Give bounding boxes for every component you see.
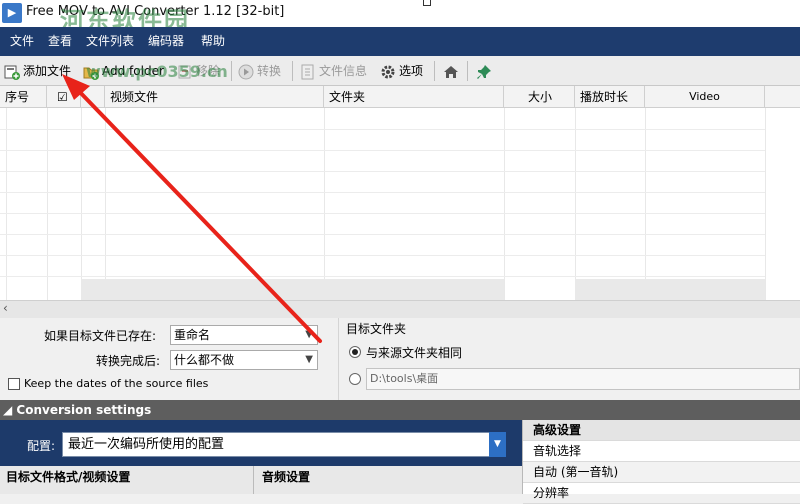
custom-folder-radio[interactable] [349, 373, 361, 385]
toolbar-separator [292, 61, 293, 81]
column-header-duration[interactable]: 播放时长 [575, 86, 645, 108]
custom-folder-input[interactable]: D:\tools\桌面 [366, 368, 800, 390]
same-as-source-label: 与来源文件夹相同 [366, 346, 463, 360]
conversion-settings-title: Conversion settings [16, 403, 152, 417]
grid-line [0, 192, 765, 193]
pin-icon [476, 63, 492, 79]
scroll-left-icon[interactable]: ‹ [3, 301, 8, 315]
table-footer-band [575, 279, 765, 300]
file-info-button[interactable]: 文件信息 [300, 58, 367, 84]
watermark-url: www.pc0359.cn [86, 62, 228, 81]
audio-track-value[interactable]: 自动 (第一音轨) [523, 462, 800, 483]
profile-select[interactable]: 最近一次编码所使用的配置 [62, 432, 506, 457]
panel-divider [338, 318, 339, 400]
column-header-folder[interactable]: 文件夹 [324, 86, 504, 108]
pin-button[interactable] [476, 58, 495, 84]
add-file-icon [4, 63, 20, 80]
grid-line [0, 276, 765, 277]
grid-line [0, 150, 765, 151]
advanced-settings-panel: 高级设置 音轨选择 自动 (第一音轨) 分辨率 [522, 420, 800, 504]
audio-track-label: 音轨选择 [523, 441, 800, 462]
home-button[interactable] [443, 58, 462, 84]
grid-line [0, 129, 765, 130]
column-header-index[interactable]: 序号 [0, 86, 47, 108]
menu-view[interactable]: 查看 [48, 27, 72, 56]
toolbar-separator [467, 61, 468, 81]
convert-label: 转换 [257, 64, 282, 78]
grid-line [765, 108, 766, 300]
app-icon: ▶ [2, 3, 22, 23]
add-file-button[interactable]: 添加文件 [4, 58, 71, 84]
table-header: 序号 ☑ 视频文件 文件夹 大小 播放时长 Video [0, 86, 800, 108]
column-header-checkbox[interactable]: ☑ [47, 86, 81, 108]
audio-settings-title: 音频设置 [262, 470, 311, 484]
column-header-size[interactable]: 大小 [504, 86, 575, 108]
target-folder-label: 目标文件夹 [346, 322, 407, 336]
collapse-icon[interactable]: ◢ [3, 403, 16, 417]
grid-line [324, 108, 325, 300]
table-footer-band [81, 279, 504, 300]
grid-line [6, 108, 7, 300]
grid-line [81, 108, 82, 300]
grid-line [47, 108, 48, 300]
video-settings-panel: 目标文件格式/视频设置 [0, 466, 254, 494]
video-settings-title: 目标文件格式/视频设置 [6, 470, 131, 484]
output-options-panel: 如果目标文件已存在: 重命名 ▼ 转换完成后: 什么都不做 ▼ Keep the d… [0, 318, 800, 400]
audio-settings-panel: 音频设置 [254, 466, 522, 494]
column-header-spacer [81, 86, 105, 108]
menu-help[interactable]: 帮助 [201, 27, 225, 56]
options-button[interactable]: 选项 [380, 58, 423, 84]
grid-line [0, 255, 765, 256]
keep-dates-checkbox[interactable] [8, 378, 20, 390]
exists-label: 如果目标文件已存在: [44, 329, 157, 343]
grid-line [0, 171, 765, 172]
exists-select[interactable]: 重命名 ▼ [170, 325, 318, 345]
column-header-video-file[interactable]: 视频文件 [105, 86, 324, 108]
toolbar-separator [231, 61, 232, 81]
chevron-down-icon: ▼ [305, 329, 313, 340]
grid-line [0, 213, 765, 214]
grid-line [575, 108, 576, 300]
home-icon [443, 63, 459, 79]
add-file-label: 添加文件 [23, 64, 72, 78]
horizontal-scrollbar[interactable]: ‹ [0, 300, 800, 318]
file-table[interactable]: 序号 ☑ 视频文件 文件夹 大小 播放时长 Video [0, 86, 800, 300]
menu-bar: 文件 查看 文件列表 编码器 帮助 [0, 27, 800, 56]
file-info-icon [300, 63, 316, 79]
menu-encoder[interactable]: 编码器 [148, 27, 184, 56]
menu-file[interactable]: 文件 [10, 27, 34, 56]
grid-line [645, 108, 646, 300]
gear-icon [380, 63, 396, 79]
toolbar-separator [434, 61, 435, 81]
chevron-down-icon[interactable]: ▼ [489, 432, 506, 457]
advanced-settings-title: 高级设置 [523, 420, 800, 441]
exists-value: 重命名 [174, 328, 211, 342]
profile-label: 配置: [27, 439, 56, 453]
menu-file-list[interactable]: 文件列表 [86, 27, 134, 56]
chevron-down-icon: ▼ [305, 354, 313, 365]
conversion-settings-header[interactable]: ◢ Conversion settings [0, 400, 800, 420]
drag-handle-icon [423, 0, 431, 6]
grid-line [0, 234, 765, 235]
same-as-source-radio[interactable] [349, 346, 361, 358]
file-info-label: 文件信息 [319, 64, 368, 78]
convert-button[interactable]: 转换 [238, 58, 281, 84]
after-convert-value: 什么都不做 [174, 353, 235, 367]
convert-icon [238, 63, 254, 79]
keep-dates-label: Keep the dates of the source files [24, 377, 209, 390]
after-convert-label: 转换完成后: [96, 354, 161, 368]
options-label: 选项 [399, 64, 424, 78]
after-convert-select[interactable]: 什么都不做 ▼ [170, 350, 318, 370]
grid-line [105, 108, 106, 300]
column-header-video[interactable]: Video [645, 86, 765, 108]
grid-line [504, 108, 505, 300]
